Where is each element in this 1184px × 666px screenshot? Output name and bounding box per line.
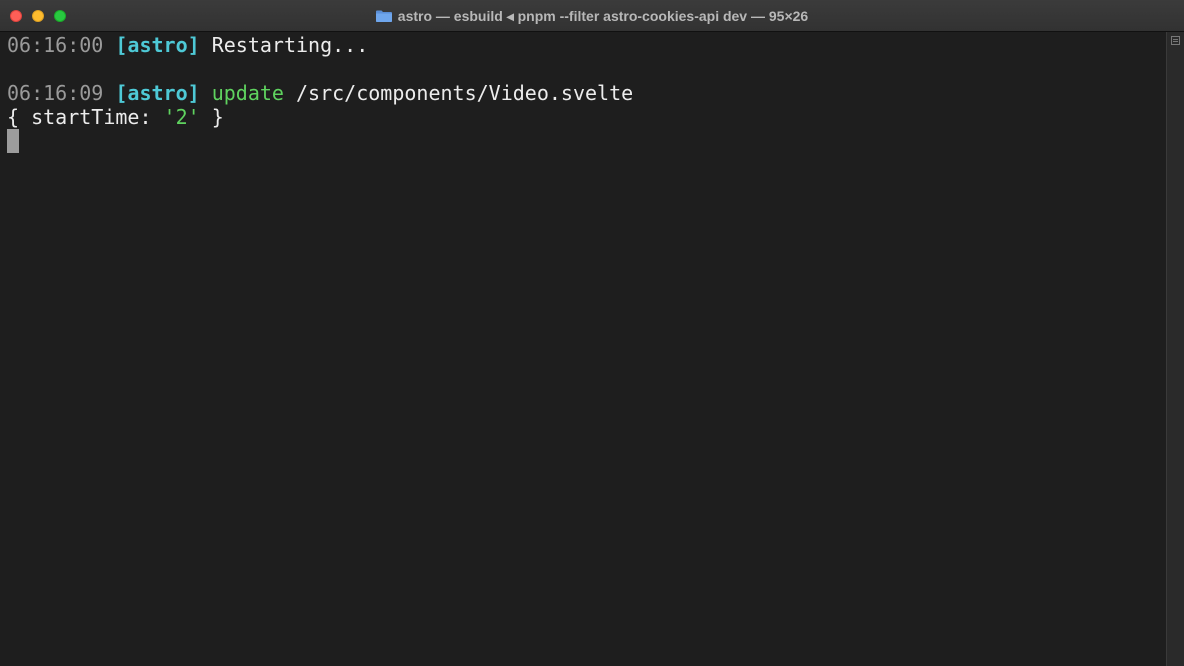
- terminal-cursor: [7, 129, 19, 153]
- log-line-update: 06:16:09 [astro] update /src/components/…: [7, 81, 633, 105]
- log-path: /src/components/Video.svelte: [296, 81, 634, 105]
- window-title-area: astro — esbuild ◂ pnpm --filter astro-co…: [0, 0, 1184, 32]
- terminal-window: astro — esbuild ◂ pnpm --filter astro-co…: [0, 0, 1184, 666]
- folder-icon: [375, 10, 392, 22]
- object-value: '2': [163, 105, 200, 129]
- log-tag: [astro]: [115, 81, 200, 105]
- log-line-object: { startTime: '2' }: [7, 105, 224, 129]
- log-message: Restarting...: [211, 33, 369, 57]
- object-open: { startTime:: [7, 105, 164, 129]
- log-action: update: [211, 81, 284, 105]
- scrollbar[interactable]: [1166, 32, 1184, 666]
- log-tag: [astro]: [115, 33, 200, 57]
- marks-icon[interactable]: [1171, 36, 1180, 45]
- window-title: astro — esbuild ◂ pnpm --filter astro-co…: [397, 7, 809, 24]
- timestamp: 06:16:09: [7, 81, 104, 105]
- log-line-restart: 06:16:00 [astro] Restarting...: [7, 33, 368, 57]
- object-close: }: [199, 105, 224, 129]
- title-bar[interactable]: astro — esbuild ◂ pnpm --filter astro-co…: [0, 0, 1184, 32]
- timestamp: 06:16:00: [7, 33, 104, 57]
